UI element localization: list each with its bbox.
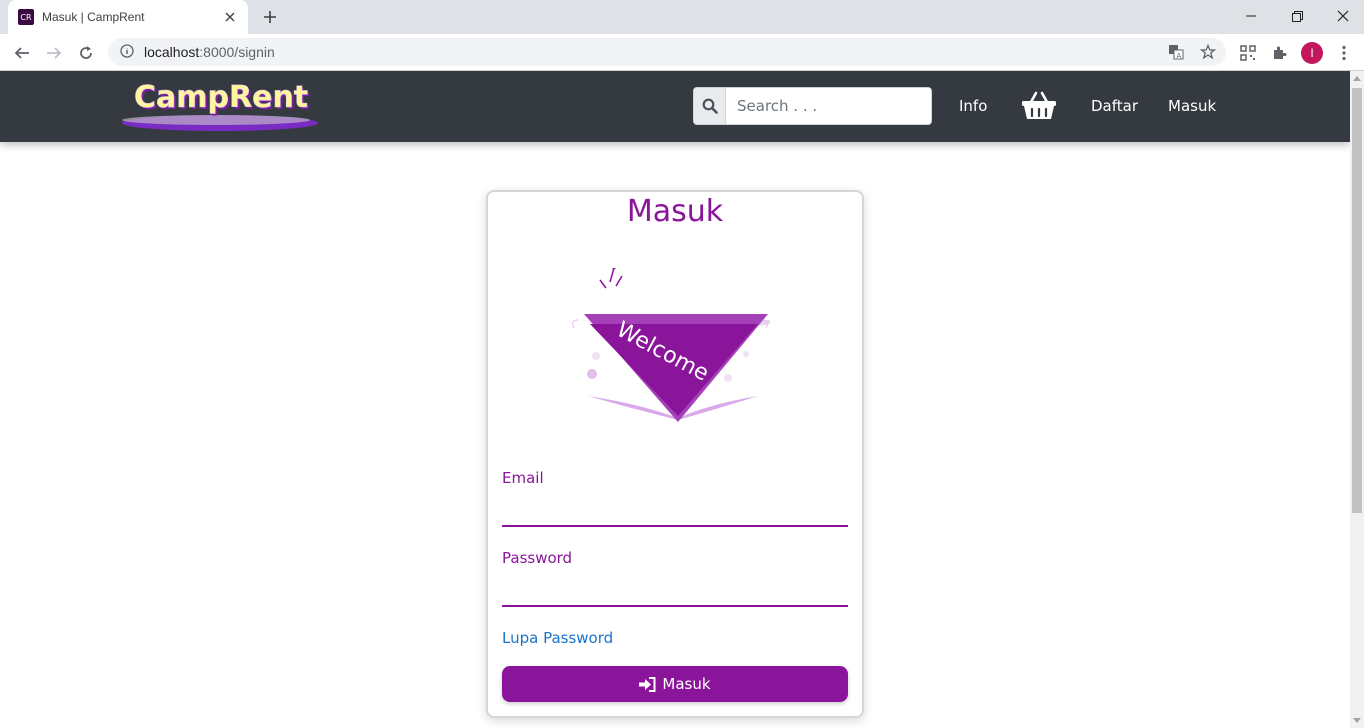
svg-text:A: A — [1177, 52, 1182, 60]
nav-link-info[interactable]: Info — [959, 97, 987, 115]
puzzle-icon[interactable] — [1270, 43, 1290, 63]
browser-tab[interactable]: CR Masuk | CampRent — [8, 0, 248, 34]
forgot-password-link[interactable]: Lupa Password — [502, 629, 613, 647]
restore-window-button[interactable] — [1274, 0, 1320, 32]
search-input[interactable] — [726, 88, 931, 124]
search-icon — [702, 98, 718, 114]
camprent-logo[interactable]: CampRent CampRent — [120, 77, 320, 137]
site-navbar: CampRent CampRent Info Daftar Masuk — [0, 71, 1350, 142]
password-field[interactable] — [502, 579, 848, 607]
login-card: Masuk Welcome Email Password Lupa Passwo… — [486, 190, 864, 718]
cart-button[interactable] — [1021, 90, 1057, 122]
search-button[interactable] — [694, 88, 726, 124]
sign-in-icon — [639, 676, 656, 692]
basket-icon — [1022, 91, 1056, 119]
email-label: Email — [502, 469, 544, 487]
kebab-menu-icon[interactable] — [1334, 43, 1354, 63]
nav-link-masuk[interactable]: Masuk — [1168, 97, 1216, 115]
url-host: localhost — [144, 44, 200, 60]
signin-submit-label: Masuk — [662, 675, 711, 693]
url-path: :8000/signin — [199, 44, 275, 60]
scroll-up-arrow[interactable] — [1353, 76, 1361, 81]
browser-tab-strip: CR Masuk | CampRent — [0, 0, 1364, 34]
page-viewport: CampRent CampRent Info Daftar Masuk Masu… — [0, 71, 1350, 728]
page-title: Masuk — [626, 194, 724, 229]
password-label: Password — [502, 549, 573, 567]
signin-submit-button[interactable]: Masuk — [502, 666, 848, 702]
qr-icon[interactable] — [1238, 43, 1258, 63]
arrow-right-icon — [47, 47, 62, 59]
page-scrollbar[interactable] — [1350, 71, 1364, 728]
star-icon[interactable] — [1200, 44, 1216, 60]
email-field[interactable] — [502, 499, 848, 527]
profile-avatar[interactable]: I — [1301, 42, 1323, 64]
new-tab-button[interactable] — [258, 6, 282, 28]
reload-icon — [80, 46, 92, 59]
scroll-down-arrow[interactable] — [1353, 718, 1361, 723]
welcome-illustration: Welcome — [570, 266, 780, 432]
info-icon[interactable] — [120, 43, 134, 62]
close-tab-icon[interactable] — [222, 9, 238, 25]
close-window-button[interactable] — [1320, 0, 1364, 32]
address-bar[interactable]: localhost:8000/signin A — [108, 38, 1226, 66]
back-button[interactable] — [8, 39, 36, 67]
forward-button[interactable] — [40, 39, 68, 67]
browser-toolbar: localhost:8000/signin A I — [0, 34, 1364, 71]
tab-title: Masuk | CampRent — [42, 10, 145, 24]
logo-text: CampRent — [134, 80, 308, 115]
scroll-thumb[interactable] — [1352, 88, 1362, 513]
minimize-window-button[interactable] — [1228, 0, 1274, 32]
translate-icon[interactable]: A — [1168, 44, 1184, 60]
search-group — [693, 87, 932, 125]
address-url: localhost:8000/signin — [144, 44, 275, 60]
reload-button[interactable] — [72, 39, 100, 67]
tab-favicon: CR — [18, 9, 34, 25]
nav-link-daftar[interactable]: Daftar — [1091, 97, 1138, 115]
arrow-left-icon — [14, 47, 29, 59]
